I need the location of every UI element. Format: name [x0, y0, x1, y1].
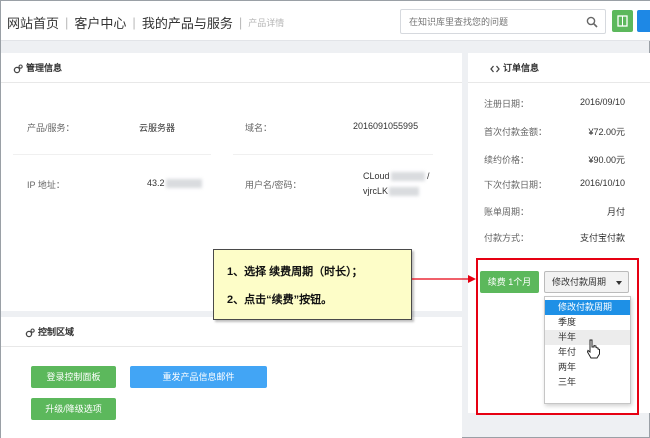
callout-line: 1、选择 续费周期（时长）；	[227, 266, 363, 278]
user-label: 用户名/密码：	[245, 180, 302, 190]
order-row-label: 账单周期：	[484, 207, 530, 217]
resend-product-email-button[interactable]: 重发产品信息邮件	[130, 366, 267, 388]
order-row-value: ¥90.00元	[588, 155, 625, 165]
callout-line: 2、点击“续费”按钮。	[227, 294, 333, 306]
menu-item-modify-cycle[interactable]: 修改付款周期	[545, 300, 630, 315]
divider	[233, 154, 433, 155]
breadcrumb-separator: |	[238, 15, 243, 30]
gear-icon	[25, 328, 35, 337]
order-row-label: 首次付款金额：	[484, 127, 548, 137]
order-row-label: 下次付款日期：	[484, 180, 548, 190]
user-icon-button[interactable]	[637, 10, 650, 32]
redacted-mask	[390, 172, 425, 182]
management-panel-header: 管理信息	[1, 53, 462, 83]
nav-customer-link[interactable]: 客户中心	[74, 16, 126, 31]
divider	[13, 154, 211, 155]
breadcrumb-separator: |	[132, 15, 136, 30]
product-value: 云服务器	[139, 123, 176, 133]
nav-products-link[interactable]: 我的产品与服务	[142, 16, 233, 31]
control-panel-header: 控制区域	[1, 317, 462, 347]
search-icon[interactable]	[586, 15, 598, 33]
order-panel-header: 订单信息	[468, 53, 650, 83]
breadcrumb: 网站首页 | 客户中心 | 我的产品与服务 | 产品详情	[7, 13, 284, 32]
search-input[interactable]	[401, 10, 571, 33]
menu-item-two-years[interactable]: 两年	[545, 360, 630, 375]
user-value-line1: CLoud /	[363, 171, 430, 182]
menu-item-three-years[interactable]: 三年	[545, 375, 630, 390]
product-label: 产品/服务：	[27, 123, 75, 133]
renew-button[interactable]: 续费 1个月	[480, 271, 539, 293]
domain-value: 2016091055995	[353, 121, 419, 131]
gear-icon	[13, 64, 23, 73]
book-icon	[617, 15, 628, 27]
ip-label: IP 地址：	[27, 180, 65, 190]
instruction-callout: 1、选择 续费周期（时长）； 2、点击“续费”按钮。	[213, 249, 412, 320]
caret-down-icon	[616, 281, 622, 285]
search-box	[400, 9, 606, 34]
order-row-value: ¥72.00元	[588, 127, 625, 137]
order-row-label: 续约价格：	[484, 155, 530, 165]
top-bar: 网站首页 | 客户中心 | 我的产品与服务 | 产品详情	[1, 1, 650, 41]
nav-home-link[interactable]: 网站首页	[7, 16, 59, 31]
payment-cycle-dropdown[interactable]: 修改付款周期	[544, 271, 629, 293]
order-row-label: 注册日期：	[484, 99, 530, 109]
order-title: 订单信息	[503, 63, 540, 73]
login-control-panel-button[interactable]: 登录控制面板	[31, 366, 116, 388]
order-row-value: 2016/09/10	[579, 97, 625, 107]
redacted-mask	[165, 179, 202, 189]
order-row-label: 付款方式：	[484, 233, 530, 243]
order-row-value: 月付	[606, 207, 625, 217]
redacted-mask	[389, 187, 420, 197]
menu-item-quarter[interactable]: 季度	[545, 315, 630, 330]
hand-cursor-icon	[586, 339, 600, 359]
control-title: 控制区域	[38, 327, 75, 337]
code-icon	[490, 65, 500, 73]
order-row-value: 2016/10/10	[579, 178, 625, 188]
user-value-line2: vjrcLK	[363, 186, 420, 197]
breadcrumb-separator: |	[65, 15, 69, 30]
payment-cycle-dropdown-label: 修改付款周期	[552, 277, 607, 287]
ip-value: 43.2	[147, 178, 202, 189]
nav-current-page: 产品详情	[248, 18, 285, 28]
upgrade-downgrade-button[interactable]: 升级/降级选项	[31, 398, 116, 420]
management-title: 管理信息	[26, 63, 63, 73]
arrow-icon	[412, 275, 476, 283]
order-row-value: 支付宝付款	[579, 233, 625, 243]
domain-label: 域名：	[245, 123, 273, 133]
book-icon-button[interactable]	[612, 10, 633, 32]
